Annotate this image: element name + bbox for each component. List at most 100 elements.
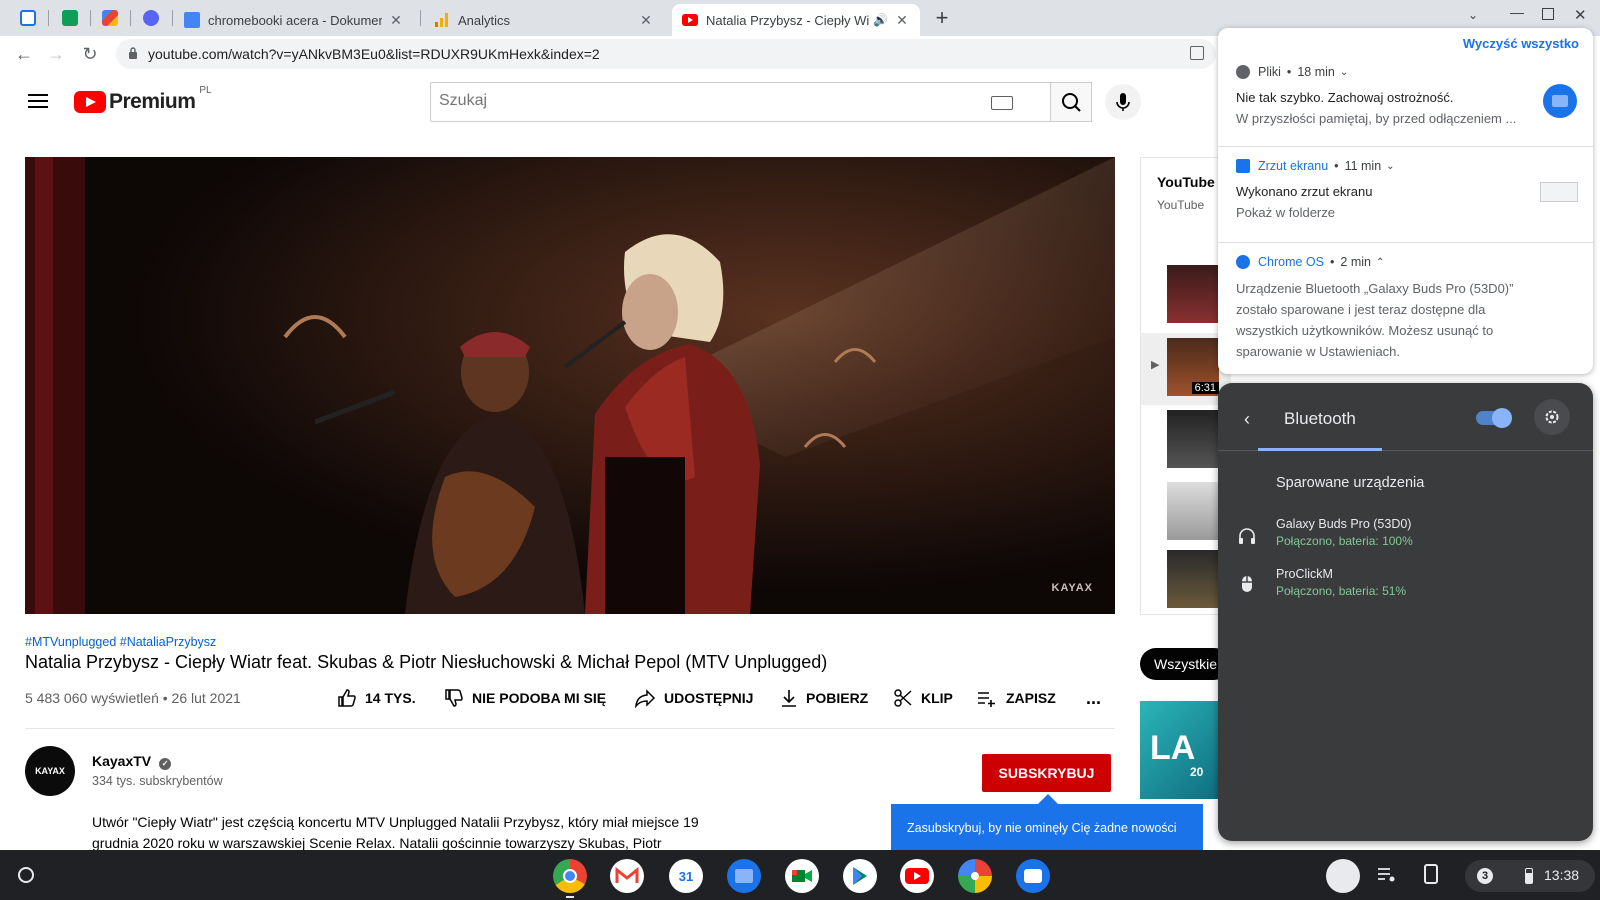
status-tray[interactable]: 3 13:38 bbox=[1465, 860, 1595, 892]
collapse-icon[interactable]: ⌃ bbox=[1376, 257, 1384, 268]
pinned-tab-2[interactable] bbox=[56, 6, 84, 30]
close-window-icon[interactable]: ✕ bbox=[1574, 6, 1587, 24]
clock: 13:38 bbox=[1544, 867, 1580, 883]
files-app[interactable] bbox=[727, 859, 761, 893]
search-button[interactable] bbox=[1050, 82, 1092, 122]
tooltip-arrow bbox=[1038, 794, 1058, 804]
channel-name[interactable]: KayaxTV ✓ bbox=[92, 753, 172, 770]
subscriber-count: 334 tys. subskrybentów bbox=[92, 774, 223, 788]
logo-text: Premium bbox=[109, 90, 196, 113]
playlist-thumbnail[interactable] bbox=[1167, 410, 1219, 468]
notification-body: W przyszłości pamiętaj, by przed odłącze… bbox=[1236, 111, 1517, 126]
thumbs-down-icon bbox=[445, 689, 463, 707]
subscribe-button[interactable]: SUBSKRYBUJ bbox=[982, 754, 1111, 792]
more-actions-icon[interactable]: ... bbox=[1086, 688, 1101, 709]
notification-screenshot[interactable]: Zrzut ekranu • 11 min ⌄ Wykonano zrzut e… bbox=[1218, 152, 1593, 242]
photos-app[interactable] bbox=[958, 859, 992, 893]
pinned-tab-discord[interactable] bbox=[137, 6, 165, 30]
notification-header: Pliki • 18 min ⌄ bbox=[1236, 65, 1348, 79]
expand-icon[interactable]: ⌄ bbox=[1340, 67, 1348, 78]
device-row[interactable]: Galaxy Buds Pro (53D0) Połączono, bateri… bbox=[1218, 513, 1593, 559]
new-tab-button[interactable]: + bbox=[930, 6, 954, 30]
tab-youtube[interactable]: Natalia Przybysz - Ciepły Wiatr 🔊 ✕ bbox=[672, 4, 920, 36]
keyboard-icon[interactable] bbox=[991, 96, 1013, 110]
youtube-premium-logo[interactable]: Premium PL bbox=[74, 85, 212, 114]
bluetooth-toggle[interactable] bbox=[1476, 408, 1512, 428]
microphone-icon bbox=[1116, 93, 1130, 111]
chrome-icon bbox=[563, 869, 577, 883]
launcher-button[interactable] bbox=[10, 859, 42, 891]
holding-space-avatar[interactable] bbox=[1326, 859, 1360, 893]
headphones-icon bbox=[1239, 528, 1255, 544]
video-title: Natalia Przybysz - Ciepły Wiatr feat. Sk… bbox=[25, 652, 828, 672]
playlist-thumbnail[interactable] bbox=[1167, 482, 1219, 540]
address-bar[interactable]: youtube.com/watch?v=yANkvBM3Eu0&list=RDU… bbox=[116, 39, 1216, 69]
channel-avatar[interactable]: KAYAX bbox=[25, 746, 75, 796]
menu-icon[interactable] bbox=[28, 90, 48, 112]
notification-time: 11 min bbox=[1344, 159, 1382, 173]
minimize-icon[interactable]: — bbox=[1510, 4, 1524, 20]
bluetooth-icon bbox=[1236, 255, 1250, 269]
share-label: UDOSTĘPNIJ bbox=[664, 690, 754, 706]
close-tab-icon[interactable]: ✕ bbox=[388, 12, 404, 29]
clear-all-button[interactable]: Wyczyść wszystko bbox=[1463, 36, 1579, 51]
calendar-app[interactable]: 31 bbox=[669, 859, 703, 893]
hashtags[interactable]: #MTVunplugged #NataliaPrzybysz bbox=[25, 635, 216, 649]
search-input[interactable] bbox=[439, 92, 959, 110]
playlist-icon[interactable] bbox=[1376, 865, 1396, 883]
audio-playing-icon[interactable]: 🔊 bbox=[873, 13, 888, 27]
meet-app[interactable] bbox=[785, 859, 819, 893]
phone-hub-icon[interactable] bbox=[1424, 864, 1438, 884]
device-row[interactable]: ProClickM Połączono, bateria: 51% bbox=[1218, 563, 1593, 609]
open-in-window-icon[interactable] bbox=[1190, 46, 1204, 60]
reload-icon[interactable]: ↻ bbox=[78, 42, 102, 66]
mix-subtitle: YouTube bbox=[1157, 198, 1205, 212]
promo-thumbnail[interactable]: LA 20 bbox=[1140, 701, 1220, 799]
close-tab-icon[interactable]: ✕ bbox=[638, 12, 654, 29]
device-name: ProClickM bbox=[1276, 567, 1333, 581]
youtube-app[interactable] bbox=[900, 859, 934, 893]
messages-app[interactable] bbox=[1016, 859, 1050, 893]
notification-title: Wykonano zrzut ekranu bbox=[1236, 184, 1373, 199]
video-player[interactable]: KAYAX bbox=[25, 157, 1115, 614]
notification-app: Zrzut ekranu bbox=[1258, 159, 1329, 173]
tab-analytics[interactable]: Analytics ✕ bbox=[424, 4, 664, 36]
back-icon[interactable]: ← bbox=[12, 42, 36, 66]
download-button[interactable]: POBIERZ bbox=[780, 688, 868, 708]
bluetooth-title: Bluetooth bbox=[1284, 409, 1356, 428]
tab-docs[interactable]: chromebooki acera - Dokumenty ✕ bbox=[174, 4, 414, 36]
play-store-app[interactable] bbox=[843, 859, 877, 893]
pinned-tab-1[interactable] bbox=[14, 6, 42, 30]
chip-all[interactable]: Wszystkie bbox=[1140, 648, 1230, 680]
playlist-thumbnail[interactable] bbox=[1167, 265, 1219, 323]
screenshot-thumbnail bbox=[1540, 182, 1578, 202]
bullet: • bbox=[1330, 255, 1335, 269]
back-arrow-icon[interactable]: ‹ bbox=[1244, 409, 1250, 430]
save-button[interactable]: ZAPISZ bbox=[976, 688, 1056, 708]
clip-button[interactable]: KLIP bbox=[893, 688, 953, 708]
dislike-button[interactable]: NIE PODOBA MI SIĘ bbox=[444, 688, 606, 708]
app-icon bbox=[20, 10, 36, 26]
chrome-app[interactable] bbox=[553, 859, 587, 893]
voice-search-button[interactable] bbox=[1105, 84, 1141, 120]
folder-icon bbox=[735, 869, 753, 883]
forward-icon[interactable]: → bbox=[44, 42, 68, 66]
notification-chromeos[interactable]: Chrome OS • 2 min ⌃ Urządzenie Bluetooth… bbox=[1218, 248, 1593, 374]
gmail-app[interactable] bbox=[610, 859, 644, 893]
bluetooth-settings-button[interactable] bbox=[1534, 399, 1570, 435]
notification-body: Urządzenie Bluetooth „Galaxy Buds Pro (5… bbox=[1236, 281, 1514, 359]
pinned-tab-3[interactable] bbox=[96, 6, 124, 30]
bullet: • bbox=[1286, 65, 1292, 79]
notification-files[interactable]: Pliki • 18 min ⌄ Nie tak szybko. Zachowa… bbox=[1218, 58, 1593, 146]
expand-icon[interactable]: ⌄ bbox=[1386, 161, 1394, 172]
screenshot-app-icon bbox=[1236, 159, 1250, 173]
tab-search-icon[interactable]: ⌄ bbox=[1468, 8, 1478, 22]
close-tab-icon[interactable]: ✕ bbox=[894, 12, 910, 29]
playlist-thumbnail[interactable]: 6:31 bbox=[1167, 338, 1219, 396]
notification-body[interactable]: Pokaż w folderze bbox=[1236, 202, 1335, 223]
share-button[interactable]: UDOSTĘPNIJ bbox=[634, 688, 753, 708]
search-icon bbox=[1062, 93, 1081, 112]
playlist-thumbnail[interactable] bbox=[1167, 550, 1219, 608]
maximize-icon[interactable] bbox=[1542, 8, 1554, 20]
like-button[interactable]: 14 TYS. bbox=[337, 688, 416, 708]
